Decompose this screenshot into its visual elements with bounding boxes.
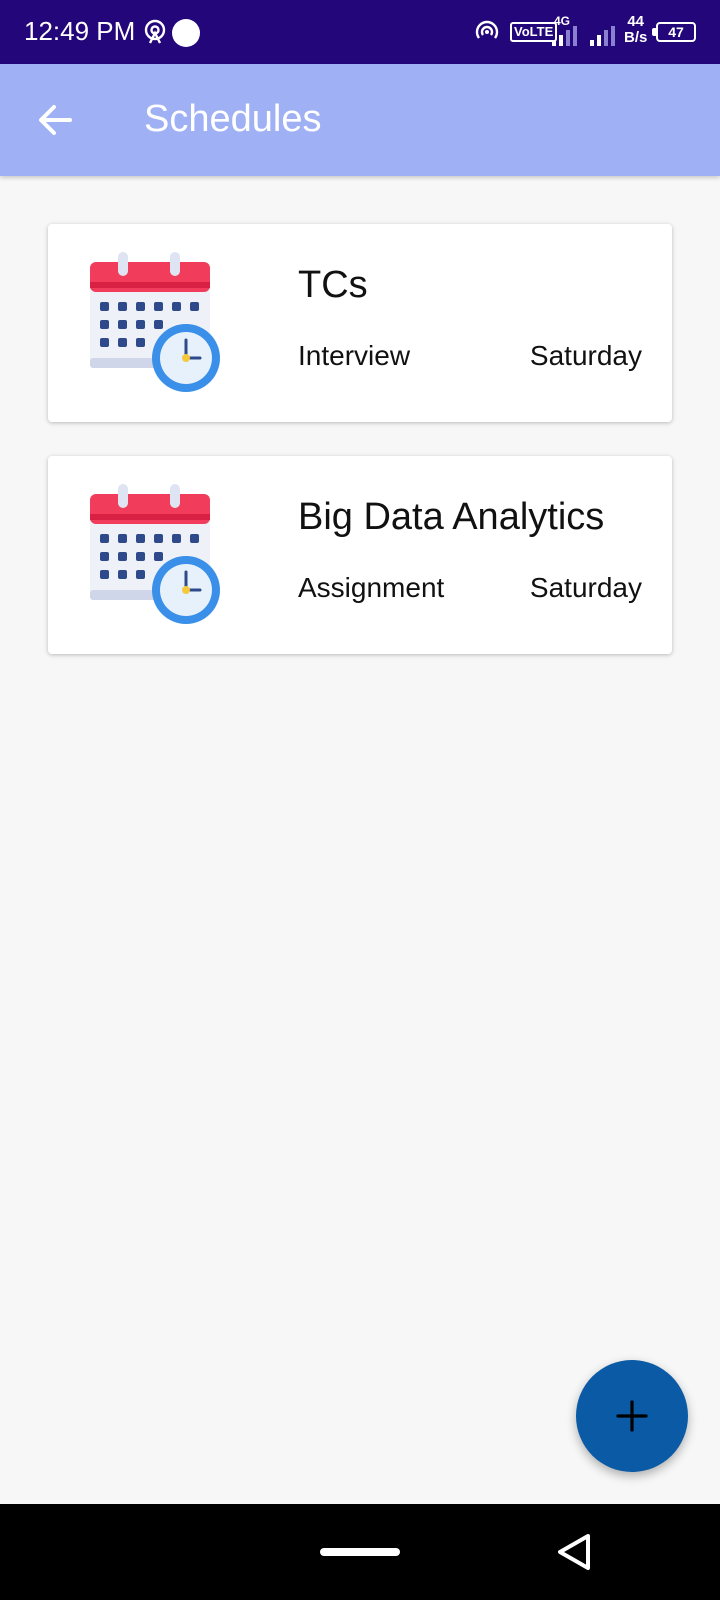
- schedule-title: TCs: [298, 264, 368, 306]
- signal-sim2-icon: [590, 26, 615, 46]
- home-gesture-bar[interactable]: [320, 1548, 400, 1556]
- schedule-type: Interview: [298, 340, 411, 371]
- hotspot-icon: [144, 19, 166, 44]
- speed-unit: B/s: [624, 29, 648, 46]
- schedule-title: Big Data Analytics: [298, 496, 605, 538]
- schedule-card[interactable]: TCs Interview Saturday: [48, 224, 672, 422]
- schedule-type: Assignment: [298, 572, 445, 603]
- speed-value: 44: [627, 13, 645, 30]
- back-triangle-icon[interactable]: [556, 1532, 592, 1572]
- data-speed: 44 B/s: [624, 14, 647, 46]
- app-bar: Schedules: [0, 64, 720, 176]
- status-time: 12:49 PM: [24, 16, 136, 46]
- back-arrow-icon[interactable]: [28, 92, 84, 148]
- add-schedule-button[interactable]: [576, 1360, 688, 1472]
- volte-badge: VoLTE: [510, 22, 558, 42]
- calendar-clock-icon: [90, 252, 220, 392]
- calendar-clock-icon: [90, 484, 220, 624]
- page-title: Schedules: [144, 98, 322, 140]
- signal-sim1-icon: [552, 26, 577, 46]
- system-nav-bar: [0, 1504, 720, 1600]
- schedule-day: Saturday: [529, 572, 642, 603]
- battery-icon: 47: [652, 22, 696, 42]
- plus-icon: [616, 1400, 648, 1432]
- hotspot-icon: [475, 20, 499, 39]
- status-bar: 12:49 PM VoLTE 4G 44 B/s 47: [0, 0, 720, 64]
- schedule-day: Saturday: [529, 340, 642, 371]
- notification-dot-icon: [172, 19, 200, 47]
- schedule-card[interactable]: Big Data Analytics Assignment Saturday: [48, 456, 672, 654]
